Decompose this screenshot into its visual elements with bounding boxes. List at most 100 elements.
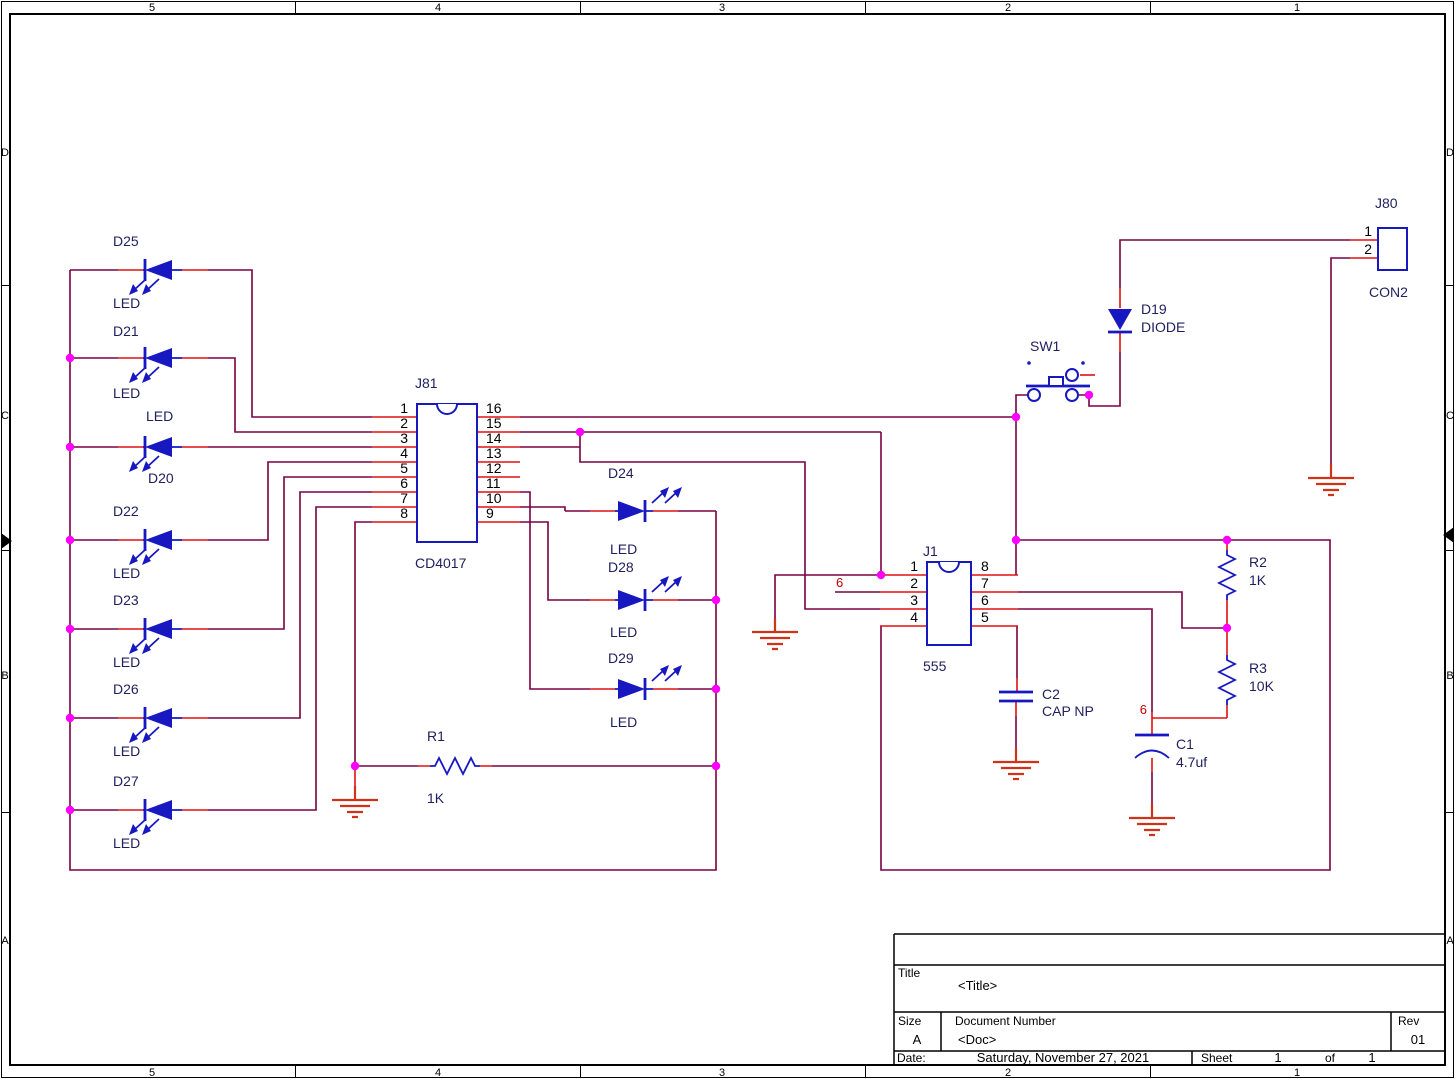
title-value[interactable]: <Title> [958,978,997,993]
ruler-row: A [1,935,9,947]
resistor-ref: R3 [1249,660,1267,676]
ruler-row: D [1446,147,1454,159]
led-ref: D27 [113,773,139,789]
led-ref: D22 [113,503,139,519]
resistor-r2[interactable]: R2 1K [1218,549,1267,601]
switch-contact-icon [1065,388,1079,402]
date-label: Date: [897,1051,926,1065]
pin-number: 4 [910,609,918,625]
pin-number: 5 [400,460,408,476]
led-icon[interactable] [563,485,718,524]
pin-number: 12 [486,460,502,476]
wire [208,461,372,541]
resistor-icon[interactable] [1218,654,1236,706]
capacitor-c1[interactable]: C1 4.7uf [1134,733,1207,770]
pin-number: 16 [486,400,502,416]
ic-part: CD4017 [415,555,467,571]
junction-dots [65,353,1232,815]
led-icon[interactable] [68,616,210,656]
title-label: Title [898,966,921,980]
ground-icon[interactable] [991,746,1041,781]
wire [774,574,881,618]
capacitor-value: CAP NP [1042,703,1094,719]
pin-number: 13 [486,445,502,461]
led-column-left[interactable]: D25 LED D21 LED LED D20 D22 LED D23 LED … [68,233,210,851]
pin-stubs [354,239,1378,786]
led-value: LED [610,624,637,640]
net-label-6[interactable]: 6 [836,575,843,590]
pin-number: 14 [486,430,502,446]
ic-j81[interactable]: J81 CD4017 1 2 3 4 5 6 7 8 16 15 14 13 1… [400,375,502,571]
ground-icon[interactable] [750,616,800,651]
led-icon[interactable] [68,257,210,297]
schematic-canvas[interactable]: 5 4 3 2 1 5 4 3 2 1 D C B A D C B A Titl… [0,0,1455,1079]
size-value: A [913,1032,922,1047]
capacitor-c2[interactable]: C2 CAP NP [999,686,1094,719]
sheet-total: 1 [1368,1050,1375,1065]
pin-number: 11 [486,475,501,491]
net-label-6[interactable]: 6 [1140,702,1147,717]
ruler-col: 2 [1005,1067,1011,1079]
led-ref: D26 [113,681,139,697]
led-column-middle[interactable]: D24 LED D28 LED D29 LED [563,465,718,730]
resistor-icon[interactable] [1218,549,1236,601]
pin-number: 10 [486,490,502,506]
ruler-col: 5 [149,1067,155,1079]
sheet-number: 1 [1274,1050,1281,1065]
wire [208,491,372,719]
led-value: LED [146,408,173,424]
led-value: LED [113,565,140,581]
wire [520,506,566,511]
resistor-icon[interactable] [429,757,481,775]
ic-part: 555 [923,658,947,674]
ruler-col: 5 [149,2,155,14]
ground-icon[interactable] [330,784,380,819]
connector-j80[interactable]: J80 CON2 1 2 [1364,195,1408,300]
ruler-col: 3 [719,1067,725,1079]
ground-icon[interactable] [1127,802,1177,837]
led-icon[interactable] [68,434,210,474]
wire [1018,608,1153,712]
led-icon[interactable] [68,797,210,837]
connector-ref: J80 [1375,195,1398,211]
sheet-of-label: of [1325,1051,1336,1065]
wire [208,269,372,418]
ruler-row: D [1,147,9,159]
led-icon[interactable] [68,527,210,567]
resistor-value: 1K [427,790,445,806]
pin-number: 2 [910,575,918,591]
size-label: Size [898,1014,922,1028]
led-icon[interactable] [563,663,718,702]
led-icon[interactable] [68,345,210,385]
capacitor-value: 4.7uf [1176,754,1207,770]
rev-label: Rev [1398,1014,1419,1028]
pin-number: 7 [400,490,408,506]
wire [1018,591,1227,629]
led-icon[interactable] [563,574,718,613]
pin-number: 2 [1364,241,1372,257]
doc-number-label: Document Number [955,1014,1056,1028]
ruler-col: 4 [435,2,441,14]
ruler-row: C [1,410,9,422]
led-value: LED [113,654,140,670]
wire [354,521,372,766]
wire [1078,352,1121,407]
ruler-col: 2 [1005,2,1011,14]
ground-icon[interactable] [1306,462,1356,497]
doc-number-value[interactable]: <Doc> [958,1032,996,1047]
resistor-r3[interactable]: R3 10K [1218,654,1275,706]
pin-number: 6 [981,592,989,608]
ruler-col: 4 [435,1067,441,1079]
pin-number: 9 [486,505,494,521]
wire [579,432,880,610]
resistor-r1[interactable]: R1 1K [427,728,481,806]
pin-number: 1 [1364,223,1372,239]
ruler-row: B [1,670,8,682]
switch-sw1[interactable]: SW1 [1026,338,1090,402]
ruler-col: 1 [1294,2,1300,14]
pin-number: 1 [910,558,918,574]
led-icon[interactable] [68,705,210,745]
wire [1119,239,1350,288]
switch-dot-icon [1081,361,1085,365]
connector-part: CON2 [1369,284,1408,300]
